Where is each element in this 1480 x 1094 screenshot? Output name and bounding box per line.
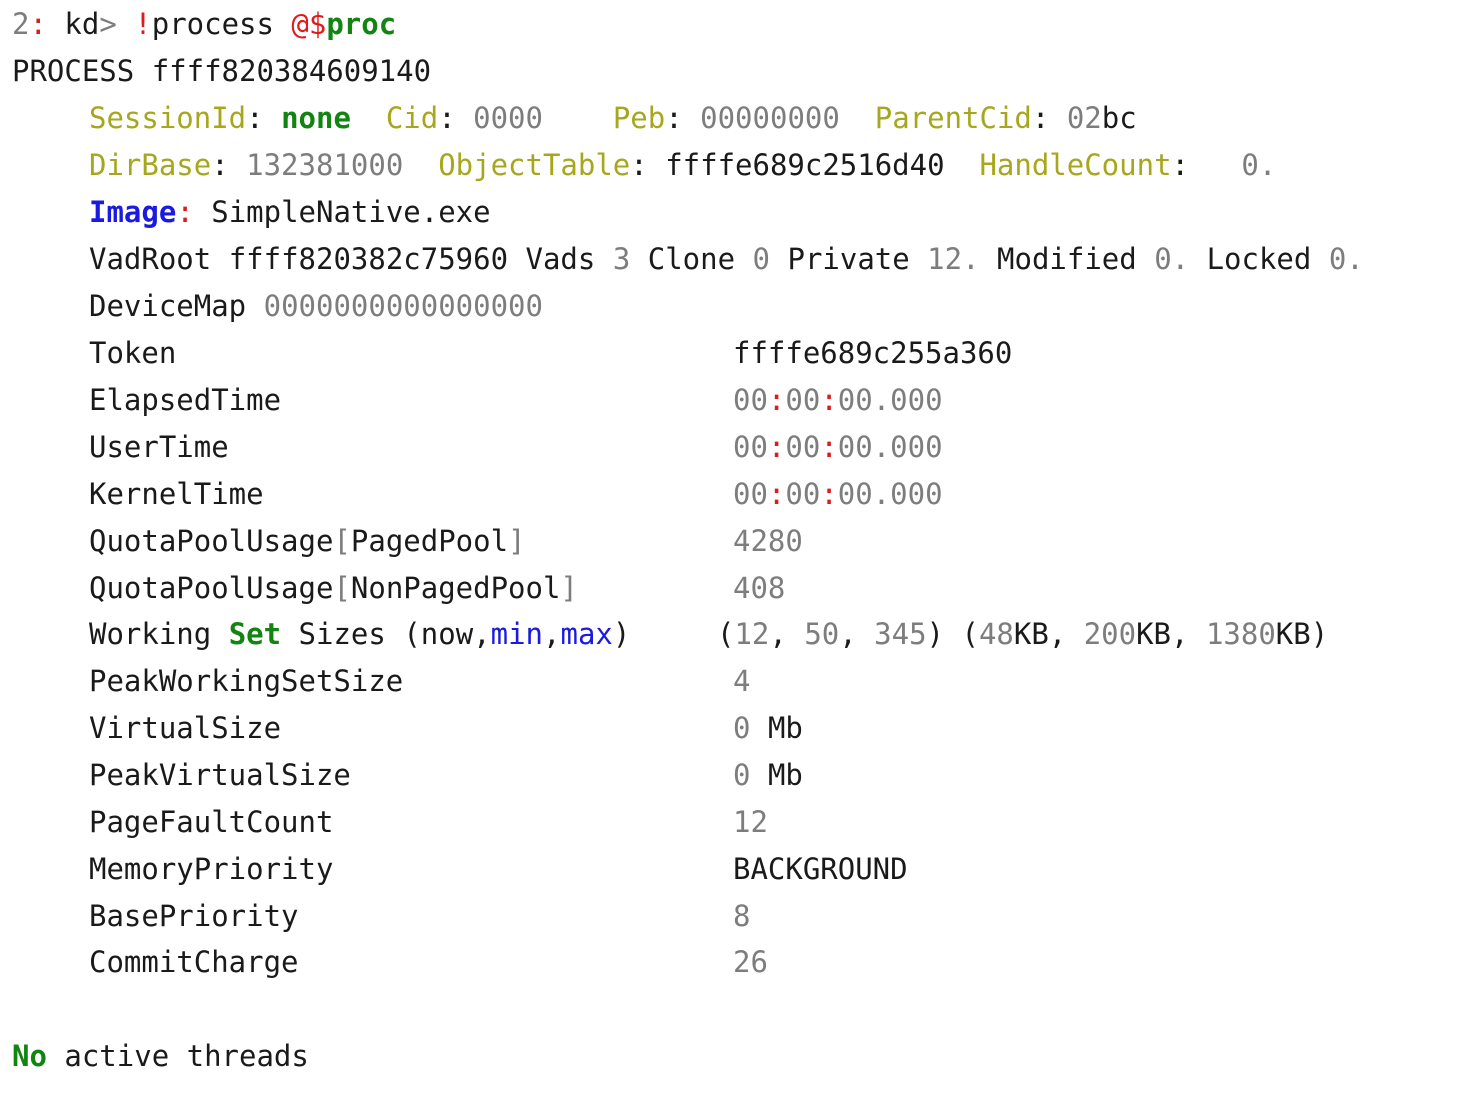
command-prompt-line: 2: kd> !process @$proc: [12, 7, 396, 41]
object-table-value: ffffe689c2516d40: [665, 148, 945, 182]
command-bang: !: [134, 7, 152, 41]
threads-text: active threads: [64, 1039, 309, 1073]
virtual-size-line: VirtualSize 0 Mb: [89, 711, 803, 745]
object-table-label: ObjectTable: [438, 148, 631, 182]
cid-value: 0000: [473, 101, 543, 135]
commit-charge-line: CommitCharge 26: [89, 945, 768, 979]
image-line: Image: SimpleNative.exe: [89, 195, 491, 229]
quota-nonpaged-value: 408: [733, 571, 786, 605]
memory-priority-value: BACKGROUND: [733, 852, 908, 886]
parent-cid-letters: bc: [1101, 101, 1137, 135]
kernel-time-label: KernelTime: [89, 477, 264, 511]
set-label: Set: [228, 617, 282, 651]
clone-label: Clone: [647, 242, 736, 276]
peak-ws-label: PeakWorkingSetSize: [89, 664, 404, 698]
parent-cid-label: ParentCid: [874, 101, 1032, 135]
memory-priority-line: MemoryPriority BACKGROUND: [89, 852, 908, 886]
process-header: PROCESS ffff820384609140: [12, 54, 431, 88]
session-id-label: SessionId: [89, 101, 247, 135]
elapsed-time-value: 00:00:00.000: [733, 383, 943, 417]
device-map-line: DeviceMap 0000000000000000: [89, 289, 543, 323]
vad-line: VadRoot ffff820382c75960 Vads 3 Clone 0 …: [89, 242, 1364, 276]
command-at-dollar: @$: [291, 7, 327, 41]
cid-label: Cid: [385, 101, 439, 135]
dirbase-line: DirBase: 132381000 ObjectTable: ffffe689…: [89, 148, 1277, 182]
kernel-time-line: KernelTime 00:00:00.000: [89, 477, 943, 511]
quota-paged-pool: PagedPool: [350, 524, 509, 558]
modified-label: Modified: [997, 242, 1137, 276]
locked-value: 0.: [1328, 242, 1364, 276]
quota-paged-label: QuotaPoolUsage: [89, 524, 334, 558]
peb-label: Peb: [612, 101, 666, 135]
modified-value: 0.: [1154, 242, 1190, 276]
memory-priority-label: MemoryPriority: [89, 852, 334, 886]
quota-paged-line: QuotaPoolUsage[PagedPool] 4280: [89, 524, 803, 558]
page-fault-value: 12: [733, 805, 768, 839]
working-set-line: Working Set Sizes (now,min,max) (12, 50, …: [89, 617, 1329, 651]
vadroot-label: VadRoot: [89, 242, 212, 276]
peb-value: 00000000: [700, 101, 840, 135]
prompt-kd: kd: [64, 7, 100, 41]
peak-ws-line: PeakWorkingSetSize 4: [89, 664, 750, 698]
command-name: process: [151, 7, 274, 41]
vads-value: 3: [612, 242, 631, 276]
elapsed-time-label: ElapsedTime: [89, 383, 282, 417]
virtual-size-value: 0 Mb: [733, 711, 803, 745]
handle-count-label: HandleCount: [979, 148, 1172, 182]
sizes-label: Sizes: [298, 617, 386, 651]
token-line: Token ffffe689c255a360: [89, 336, 1012, 370]
user-time-label: UserTime: [89, 430, 229, 464]
session-line: SessionId: none Cid: 0000 Peb: 00000000 …: [89, 101, 1137, 135]
commit-charge-label: CommitCharge: [89, 945, 299, 979]
quota-paged-value: 4280: [733, 524, 803, 558]
quota-nonpaged-label: QuotaPoolUsage: [89, 571, 334, 605]
virtual-size-label: VirtualSize: [89, 711, 282, 745]
threads-line: No active threads: [12, 1039, 309, 1073]
base-priority-label: BasePriority: [89, 899, 299, 933]
prompt-number: 2: [12, 7, 30, 41]
vads-label: Vads: [525, 242, 596, 276]
peak-virtual-size-label: PeakVirtualSize: [89, 758, 351, 792]
clone-value: 0: [752, 242, 771, 276]
base-priority-value: 8: [733, 899, 751, 933]
prompt-colon: :: [29, 7, 47, 41]
vadroot-value: ffff820382c75960: [228, 242, 509, 276]
working-label: Working: [89, 617, 212, 651]
commit-charge-value: 26: [733, 945, 768, 979]
quota-nonpaged-pool: NonPagedPool: [350, 571, 561, 605]
kernel-time-value: 00:00:00.000: [733, 477, 943, 511]
elapsed-time-line: ElapsedTime 00:00:00.000: [89, 383, 943, 417]
session-id-value: none: [281, 101, 351, 135]
command-argument: proc: [326, 7, 397, 41]
private-value: 12.: [927, 242, 980, 276]
private-label: Private: [787, 242, 910, 276]
image-colon: :: [176, 195, 194, 229]
user-time-line: UserTime 00:00:00.000: [89, 430, 943, 464]
prompt-gt: >: [99, 7, 117, 41]
quota-nonpaged-line: QuotaPoolUsage[NonPagedPool] 408: [89, 571, 786, 605]
debugger-console-output: 2: kd> !process @$proc PROCESS ffff82038…: [0, 0, 1480, 1094]
user-time-value: 00:00:00.000: [733, 430, 943, 464]
locked-label: Locked: [1206, 242, 1312, 276]
page-fault-label: PageFaultCount: [89, 805, 334, 839]
threads-no: No: [12, 1039, 47, 1073]
dirbase-value: 132381000: [246, 148, 404, 182]
image-value: SimpleNative.exe: [211, 195, 491, 229]
page-fault-line: PageFaultCount 12: [89, 805, 768, 839]
device-map-value: 0000000000000000: [263, 289, 543, 323]
token-value: ffffe689c255a360: [733, 336, 1013, 370]
process-address: ffff820384609140: [151, 54, 432, 88]
parent-cid-digits: 02: [1066, 101, 1102, 135]
device-map-label: DeviceMap: [89, 289, 247, 323]
peak-virtual-size-value: 0 Mb: [733, 758, 803, 792]
working-set-values: (12, 50, 345) (48KB, 200KB, 1380KB): [717, 617, 1329, 651]
handle-count-value: 0.: [1241, 148, 1277, 182]
peak-ws-value: 4: [733, 664, 751, 698]
process-label: PROCESS: [12, 54, 135, 88]
base-priority-line: BasePriority 8: [89, 899, 750, 933]
image-label: Image: [89, 195, 177, 229]
token-label: Token: [89, 336, 177, 370]
peak-virtual-size-line: PeakVirtualSize 0 Mb: [89, 758, 803, 792]
dirbase-label: DirBase: [89, 148, 212, 182]
